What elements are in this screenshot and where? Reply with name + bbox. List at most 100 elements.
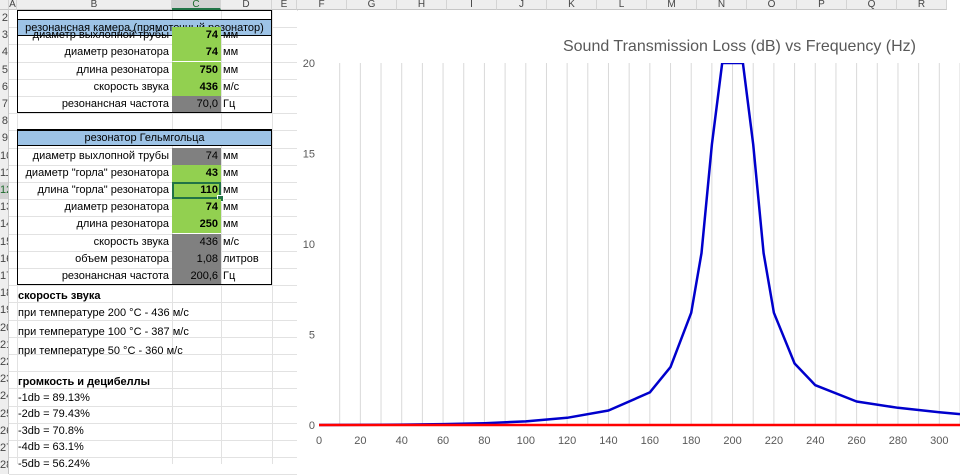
column-header-d[interactable]: D xyxy=(221,0,272,10)
param-value[interactable]: 110 xyxy=(172,182,221,199)
row-header-27[interactable]: 27 xyxy=(0,440,9,458)
row-header-11[interactable]: 11 xyxy=(0,164,9,182)
note-line[interactable]: при температуре 200 °С - 436 м/с xyxy=(18,305,189,322)
chart-area[interactable]: Sound Transmission Loss (dB) vs Frequenc… xyxy=(297,11,960,464)
param-label[interactable]: длина "горла" резонатора xyxy=(17,182,172,199)
x-tick-label: 160 xyxy=(641,435,659,447)
param-unit[interactable]: мм xyxy=(221,165,271,182)
row-header-26[interactable]: 26 xyxy=(0,422,9,440)
series-line-1 xyxy=(319,63,960,427)
column-header-p[interactable]: P xyxy=(797,0,847,10)
param-unit[interactable]: мм xyxy=(221,199,271,216)
column-header-o[interactable]: O xyxy=(747,0,797,10)
column-header-r[interactable]: R xyxy=(897,0,947,10)
row-header-18[interactable]: 18 xyxy=(0,285,9,303)
param-unit[interactable]: мм xyxy=(221,148,271,165)
param-label[interactable]: диаметр резонатора xyxy=(17,44,172,61)
column-header-e[interactable]: E xyxy=(272,0,297,10)
param-label[interactable]: резонансная частота xyxy=(17,96,172,113)
row-header-23[interactable]: 23 xyxy=(0,371,9,389)
param-value[interactable]: 74 xyxy=(172,199,221,217)
note-line[interactable]: -3db = 70.8% xyxy=(18,423,84,440)
param-unit[interactable]: м/с xyxy=(221,79,271,96)
row-header-12[interactable]: 12 xyxy=(0,182,9,200)
param-value[interactable]: 70,0 xyxy=(172,96,221,113)
param-label[interactable]: диаметр "горла" резонатора xyxy=(17,165,172,182)
column-header-h[interactable]: H xyxy=(397,0,447,10)
row-header-15[interactable]: 15 xyxy=(0,233,9,251)
row-header-20[interactable]: 20 xyxy=(0,319,9,337)
section2-title[interactable]: резонатор Гельмгольца xyxy=(17,129,272,146)
column-header-f[interactable]: F xyxy=(297,0,347,10)
param-value[interactable]: 1,08 xyxy=(172,250,221,268)
param-label[interactable]: скорость звука xyxy=(17,234,172,251)
note-line[interactable]: -4db = 63.1% xyxy=(18,439,84,456)
decibel-title[interactable]: громкость и децибеллы xyxy=(18,374,150,391)
row-header-9[interactable]: 9 xyxy=(0,130,9,148)
speed-of-sound-title[interactable]: скорость звука xyxy=(18,288,101,305)
param-label[interactable]: диаметр резонатора xyxy=(17,199,172,216)
note-line[interactable]: -5db = 56.24% xyxy=(18,456,90,473)
column-header-i[interactable]: I xyxy=(447,0,497,10)
param-unit[interactable]: мм xyxy=(221,62,271,79)
param-value[interactable]: 200,6 xyxy=(172,268,221,285)
column-header-c[interactable]: C xyxy=(172,0,221,10)
column-header-m[interactable]: M xyxy=(647,0,697,10)
param-label[interactable]: скорость звука xyxy=(17,79,172,96)
column-header-a[interactable]: A xyxy=(9,0,17,10)
row-header-10[interactable]: 10 xyxy=(0,147,9,165)
note-line[interactable]: при температуре 100 °С - 387 м/с xyxy=(18,324,189,341)
column-header-g[interactable]: G xyxy=(347,0,397,10)
note-line[interactable]: -1db = 89.13% xyxy=(18,390,90,407)
row-header-7[interactable]: 7 xyxy=(0,96,9,114)
param-unit[interactable]: Гц xyxy=(221,96,271,113)
param-label[interactable]: резонансная частота xyxy=(17,268,172,285)
note-line[interactable]: -2db = 79.43% xyxy=(18,406,90,423)
row-header-3[interactable]: 3 xyxy=(0,27,9,45)
row-header-21[interactable]: 21 xyxy=(0,336,9,354)
param-value[interactable]: 436 xyxy=(172,78,221,96)
param-unit[interactable]: мм xyxy=(221,44,271,61)
param-unit[interactable]: м/с xyxy=(221,234,271,251)
row-header-17[interactable]: 17 xyxy=(0,268,9,286)
param-value[interactable]: 43 xyxy=(172,164,221,182)
select-all-corner[interactable] xyxy=(0,0,9,10)
param-label[interactable]: длина резонатора xyxy=(17,216,172,233)
column-header-l[interactable]: L xyxy=(597,0,647,10)
row-header-2[interactable]: 2 xyxy=(0,10,9,28)
param-unit[interactable]: мм xyxy=(221,216,271,233)
row-header-22[interactable]: 22 xyxy=(0,354,9,372)
param-unit[interactable]: Гц xyxy=(221,268,271,285)
row-header-28[interactable]: 28 xyxy=(0,457,9,475)
row-header-16[interactable]: 16 xyxy=(0,250,9,268)
row-header-5[interactable]: 5 xyxy=(0,61,9,79)
row-header-13[interactable]: 13 xyxy=(0,199,9,217)
param-value[interactable]: 74 xyxy=(172,147,221,165)
param-label[interactable]: длина резонатора xyxy=(17,62,172,79)
column-header-k[interactable]: K xyxy=(547,0,597,10)
row-header-19[interactable]: 19 xyxy=(0,302,9,320)
note-line[interactable]: при температуре 50 °С - 360 м/с xyxy=(18,343,183,360)
row-header-25[interactable]: 25 xyxy=(0,405,9,423)
param-unit[interactable]: литров xyxy=(221,251,271,268)
row-header-4[interactable]: 4 xyxy=(0,44,9,62)
column-header-b[interactable]: B xyxy=(17,0,172,10)
param-value[interactable]: 750 xyxy=(172,61,221,79)
row-header-24[interactable]: 24 xyxy=(0,388,9,406)
column-header-n[interactable]: N xyxy=(697,0,747,10)
param-value[interactable]: 250 xyxy=(172,216,221,234)
row-header-8[interactable]: 8 xyxy=(0,113,9,131)
param-unit[interactable]: мм xyxy=(221,182,271,199)
param-value[interactable]: 74 xyxy=(172,44,221,62)
row-header-14[interactable]: 14 xyxy=(0,216,9,234)
row-header-6[interactable]: 6 xyxy=(0,78,9,96)
param-label[interactable]: объем резонатора xyxy=(17,251,172,268)
param-label[interactable]: диаметр выхлопной трубы xyxy=(17,148,172,165)
param-value[interactable]: 436 xyxy=(172,233,221,251)
column-header-q[interactable]: Q xyxy=(847,0,897,10)
param-unit[interactable]: мм xyxy=(221,27,271,44)
param-label[interactable]: диаметр выхлопной трубы xyxy=(17,27,172,44)
x-tick-label: 240 xyxy=(806,435,824,447)
column-header-j[interactable]: J xyxy=(497,0,547,10)
param-value[interactable]: 74 xyxy=(172,27,221,45)
